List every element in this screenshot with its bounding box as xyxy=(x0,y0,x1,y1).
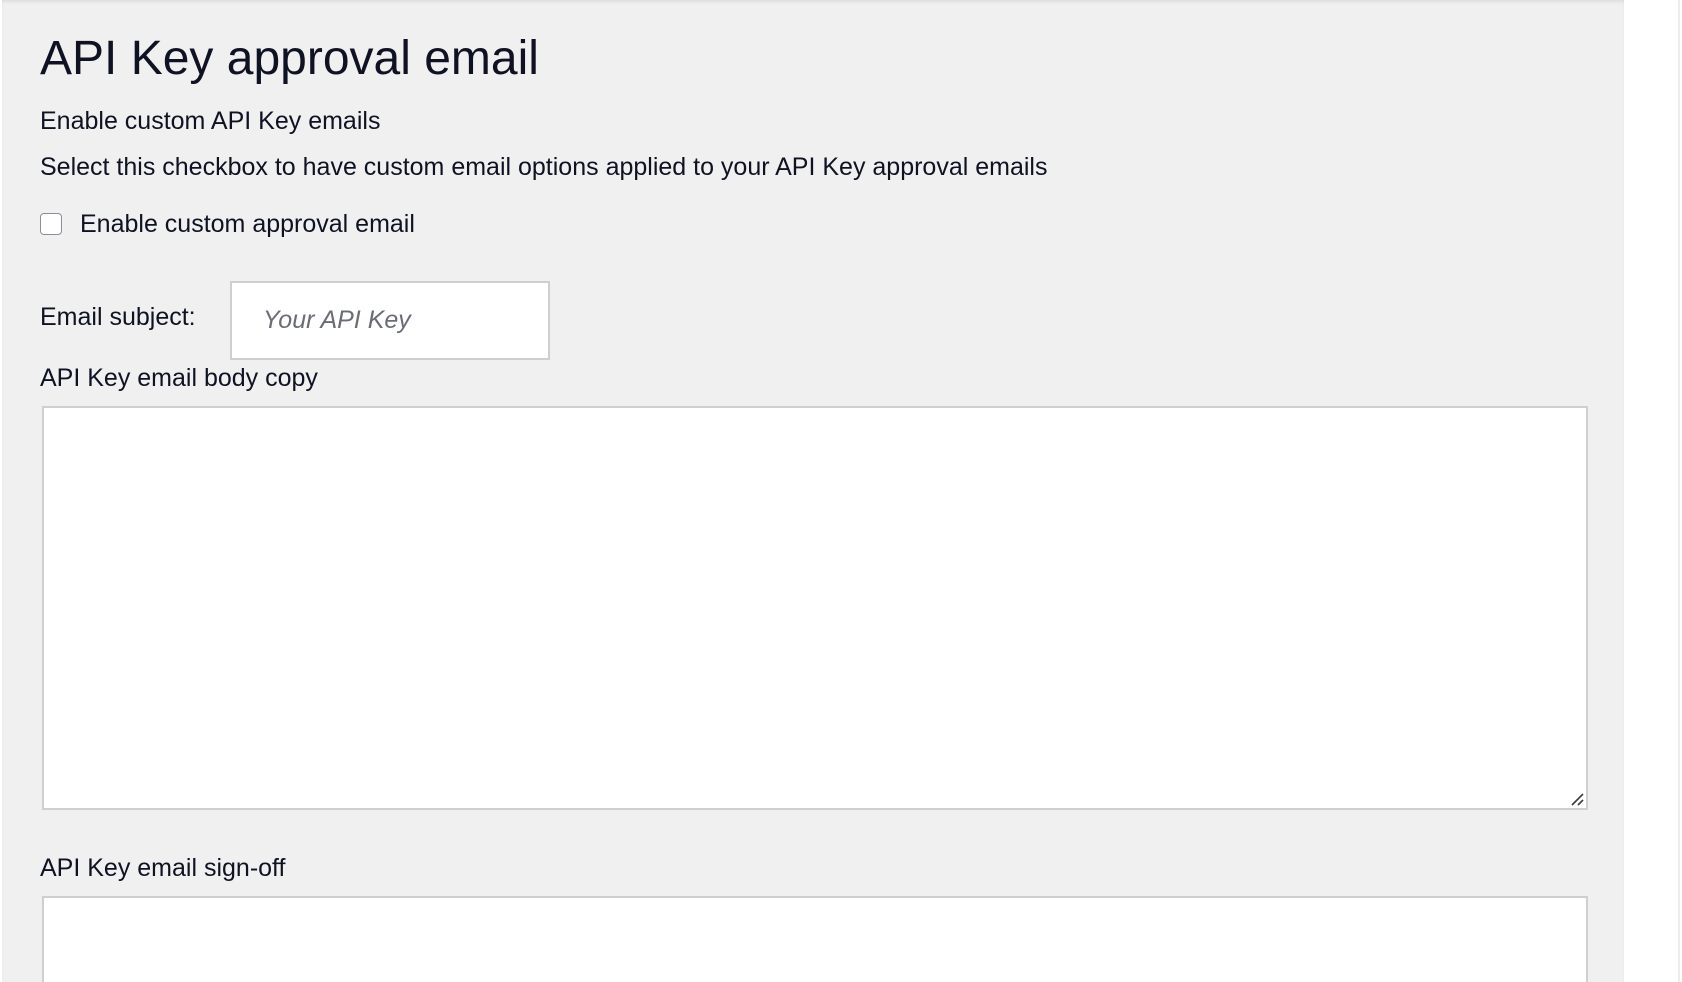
body-copy-textarea[interactable] xyxy=(42,406,1588,810)
email-subject-label: Email subject: xyxy=(40,303,196,331)
page-right-gutter xyxy=(1624,0,1682,982)
body-copy-label: API Key email body copy xyxy=(40,364,318,392)
enable-custom-email-label[interactable]: Enable custom approval email xyxy=(80,209,415,239)
sign-off-textarea[interactable] xyxy=(42,896,1588,982)
enable-custom-email-checkbox[interactable] xyxy=(40,213,62,235)
page-title: API Key approval email xyxy=(40,32,539,85)
settings-panel: API Key approval email Enable custom API… xyxy=(2,0,1624,982)
custom-emails-description: Select this checkbox to have custom emai… xyxy=(40,153,1048,181)
custom-emails-heading: Enable custom API Key emails xyxy=(40,107,381,135)
sign-off-label: API Key email sign-off xyxy=(40,854,286,882)
email-subject-input[interactable] xyxy=(230,281,550,360)
textarea-resize-handle-icon[interactable] xyxy=(1568,790,1584,806)
enable-custom-email-option[interactable]: Enable custom approval email xyxy=(40,208,415,240)
scrollbar-track[interactable] xyxy=(1678,0,1680,982)
